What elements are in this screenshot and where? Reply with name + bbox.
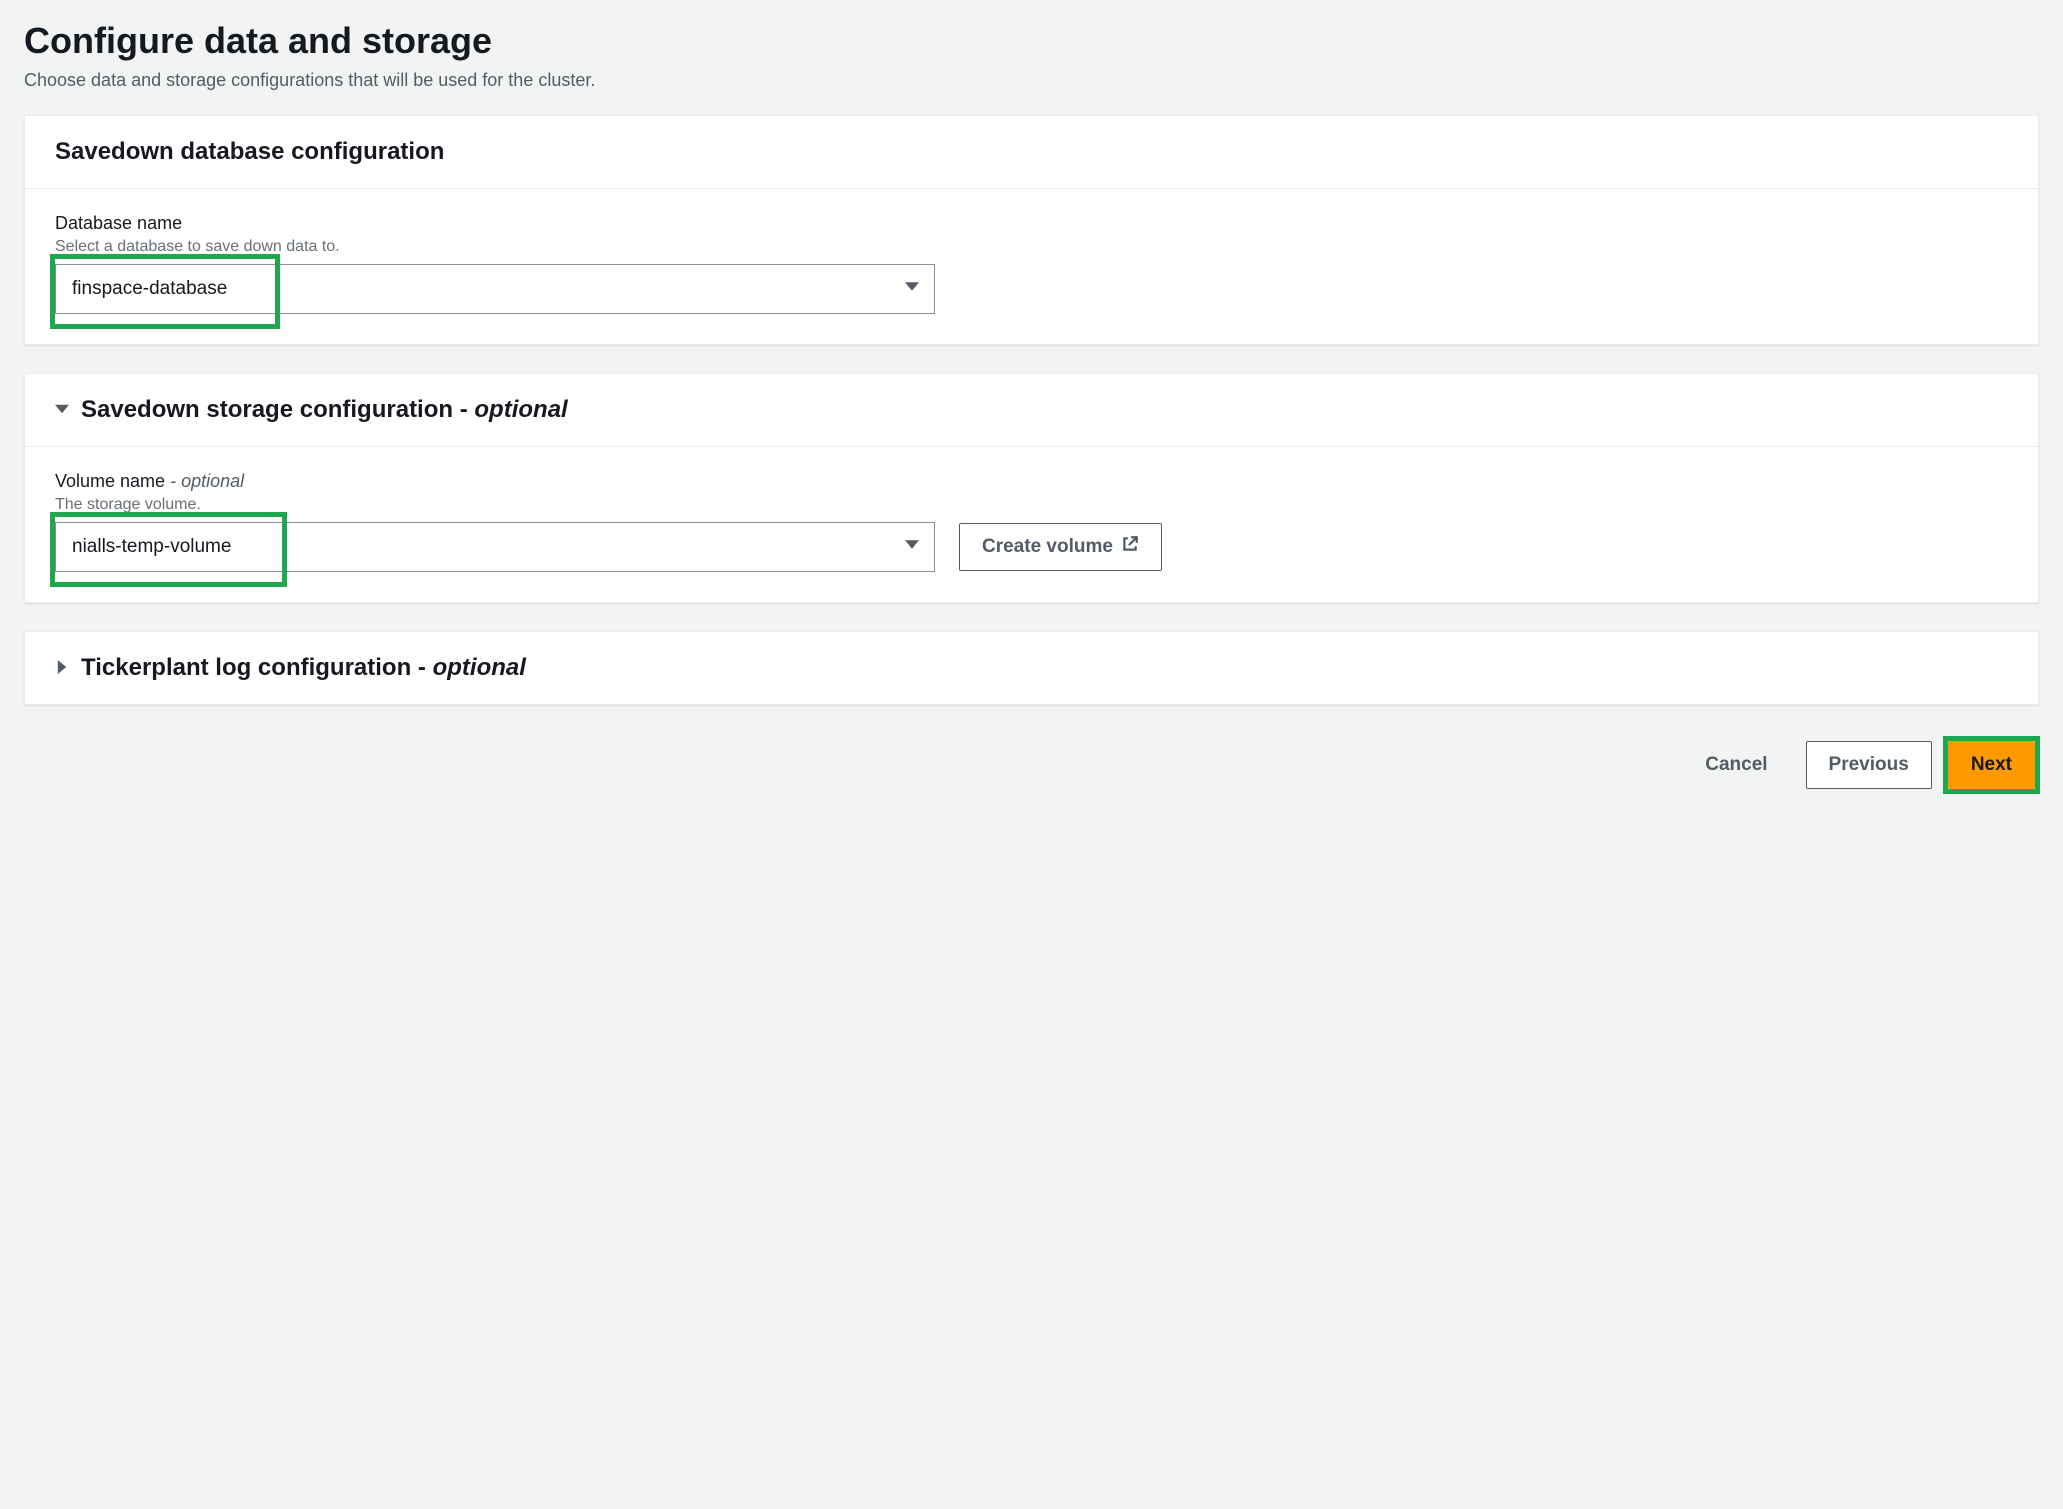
volume-name-select-wrap: nialls-temp-volume [55, 522, 935, 572]
page-title: Configure data and storage [24, 20, 2039, 62]
next-button[interactable]: Next [1948, 741, 2035, 789]
cancel-button-label: Cancel [1705, 754, 1767, 776]
next-button-label: Next [1971, 754, 2012, 776]
tickerplant-toggle[interactable] [55, 660, 69, 677]
savedown-database-panel-header: Savedown database configuration [25, 116, 2038, 189]
database-name-label: Database name [55, 213, 2008, 234]
page-header: Configure data and storage Choose data a… [24, 20, 2039, 91]
savedown-database-panel-body: Database name Select a database to save … [25, 189, 2038, 344]
page-subtitle: Choose data and storage configurations t… [24, 70, 2039, 91]
volume-name-label: Volume name - optional [55, 471, 2008, 492]
volume-name-hint: The storage volume. [55, 496, 2008, 514]
tickerplant-title-dash: - [418, 654, 433, 681]
cancel-button[interactable]: Cancel [1683, 741, 1789, 789]
volume-name-label-dash: - [170, 471, 181, 491]
previous-button[interactable]: Previous [1806, 741, 1932, 789]
caret-down-icon [55, 402, 69, 419]
savedown-storage-toggle[interactable] [55, 402, 69, 419]
savedown-storage-title-prefix: Savedown storage configuration [81, 396, 460, 423]
database-name-select[interactable]: finspace-database [55, 264, 935, 314]
savedown-storage-panel: Savedown storage configuration - optiona… [24, 373, 2039, 603]
volume-field-row: nialls-temp-volume Create volume [55, 522, 2008, 572]
external-link-icon [1121, 535, 1139, 559]
footer-actions: Cancel Previous Next [24, 733, 2039, 813]
savedown-database-panel: Savedown database configuration Database… [24, 115, 2039, 345]
database-name-select-wrap: finspace-database [55, 264, 935, 314]
database-name-select-value: finspace-database [72, 278, 227, 300]
database-name-hint: Select a database to save down data to. [55, 238, 2008, 256]
tickerplant-panel-title: Tickerplant log configuration - optional [81, 654, 526, 682]
tickerplant-title-prefix: Tickerplant log configuration [81, 654, 418, 681]
previous-button-label: Previous [1829, 754, 1909, 776]
volume-name-select[interactable]: nialls-temp-volume [55, 522, 935, 572]
create-volume-button[interactable]: Create volume [959, 523, 1162, 571]
volume-name-select-value: nialls-temp-volume [72, 536, 231, 558]
savedown-storage-panel-title: Savedown storage configuration - optiona… [81, 396, 568, 424]
volume-name-label-optional: optional [181, 471, 244, 491]
tickerplant-panel-header: Tickerplant log configuration - optional [25, 632, 2038, 704]
savedown-storage-panel-body: Volume name - optional The storage volum… [25, 447, 2038, 602]
savedown-database-panel-title: Savedown database configuration [55, 138, 444, 166]
caret-right-icon [55, 660, 69, 677]
tickerplant-title-optional: optional [433, 654, 526, 681]
savedown-storage-panel-header: Savedown storage configuration - optiona… [25, 374, 2038, 447]
savedown-storage-title-optional: optional [474, 396, 567, 423]
next-button-highlight: Next [1948, 741, 2035, 789]
volume-name-label-prefix: Volume name [55, 471, 170, 491]
tickerplant-panel: Tickerplant log configuration - optional [24, 631, 2039, 705]
savedown-storage-title-dash: - [460, 396, 475, 423]
create-volume-button-label: Create volume [982, 536, 1113, 558]
